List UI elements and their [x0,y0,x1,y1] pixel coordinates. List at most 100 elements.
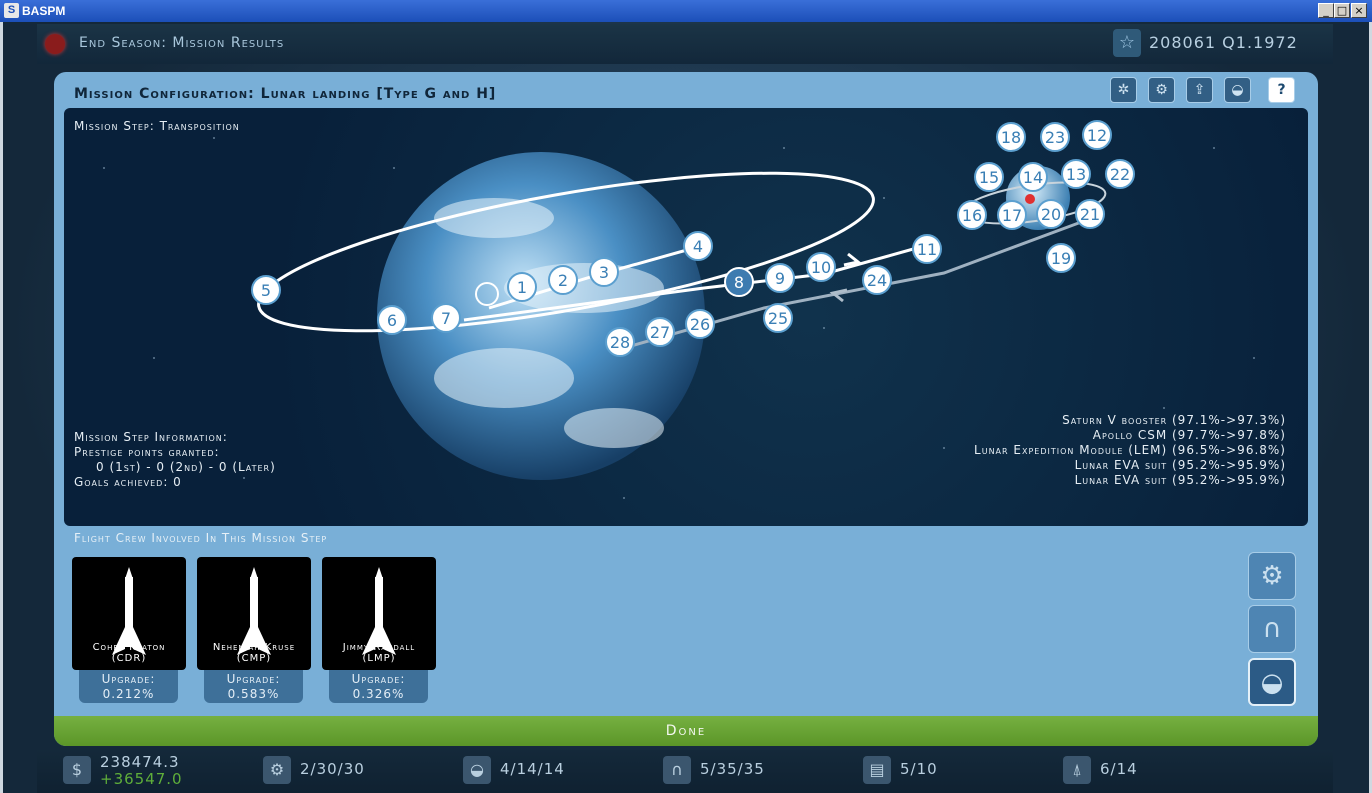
mission-step-28[interactable]: 28 [605,327,635,357]
step-title: Mission Step: Transposition [74,119,240,133]
info-heading: Mission Step Information: [74,430,228,444]
mission-step-20[interactable]: 20 [1036,199,1066,229]
mission-step-9[interactable]: 9 [765,263,795,293]
mission-step-22[interactable]: 22 [1105,159,1135,189]
mission-map: 1 2 3 4 5 6 7 8 9 10 11 12 13 14 15 16 17 18 19 20 21 22 23 24 2… [64,108,1308,526]
svg-text:5: 5 [261,281,271,300]
mission-step-7[interactable]: 7 [431,303,461,333]
rockets-icon[interactable]: ⍋ [1063,756,1091,784]
crew-label: Flight Crew Involved In This Mission Ste… [74,531,328,545]
mission-step-8[interactable]: 8 [724,267,754,297]
gear-icon[interactable]: ⚙ [263,756,291,784]
window-title: BASPM [22,4,66,18]
mission-step-14[interactable]: 14 [1018,162,1048,192]
svg-text:14: 14 [1023,168,1043,187]
resource-bar: $ 238474.3 +36547.0 ⚙ 2/30/30 ◒ 4/14/14 … [37,750,1333,793]
done-button[interactable]: Done [54,716,1318,746]
astronauts-filter-helmet-icon[interactable]: ◒ [1248,658,1296,706]
mission-step-1[interactable]: 1 [507,272,537,302]
svg-text:9: 9 [775,269,785,288]
steps-view-icon[interactable]: ✲ [1110,77,1137,103]
crew-name: Cohen Keaton (CDR) [92,642,166,664]
mission-step-2[interactable]: 2 [548,265,578,295]
mission-step-19[interactable]: 19 [1046,243,1076,273]
dollar-icon[interactable]: $ [63,756,91,784]
helmet-icon[interactable]: ◒ [463,756,491,784]
star-icon[interactable]: ☆ [1113,29,1141,57]
mission-step-6[interactable]: 6 [377,305,407,335]
upload-icon[interactable]: ⇪ [1186,77,1213,103]
mission-step-17[interactable]: 17 [997,200,1027,230]
component-eva-suit-2: Lunar EVA suit (95.2%->95.9%) [1074,473,1286,487]
close-button[interactable]: × [1351,3,1367,18]
mission-step-3[interactable]: 3 [589,257,619,287]
crew-name: Jimmy Randall (LMP) [342,642,416,664]
gear-icon[interactable]: ⚙ [1148,77,1175,103]
mission-step-25[interactable]: 25 [763,303,793,333]
mission-step-10[interactable]: 10 [806,252,836,282]
svg-text:17: 17 [1002,206,1022,225]
prestige-label: Prestige points granted: [74,445,220,459]
top-bar: End Season: Mission Results ☆ 208061 Q1.… [37,24,1333,64]
svg-text:11: 11 [917,240,937,259]
return-arrow [829,288,848,303]
mission-step-15[interactable]: 15 [974,162,1004,192]
svg-text:20: 20 [1041,205,1061,224]
mission-step-23[interactable]: 23 [1040,122,1070,152]
season-title: End Season: Mission Results [79,35,285,51]
crew-upgrade-lmp: Upgrade: 0.326% [329,670,428,703]
component-booster: Saturn V booster (97.1%->97.3%) [1062,413,1286,427]
components-list: Saturn V booster (97.1%->97.3%) Apollo C… [974,413,1286,488]
svg-text:18: 18 [1001,128,1021,147]
app-icon: S [4,3,19,18]
helmet-icon[interactable]: ◒ [1224,77,1251,103]
crew-upgrade-cmp: Upgrade: 0.583% [204,670,303,703]
help-button[interactable]: ? [1268,77,1295,103]
mission-step-21[interactable]: 21 [1075,199,1105,229]
money-value: 238474.3 [100,753,180,771]
svg-text:22: 22 [1110,165,1130,184]
maximize-button[interactable]: □ [1334,3,1350,18]
component-lem: Lunar Expedition Module (LEM) (96.5%->96… [974,443,1286,457]
mission-step-4[interactable]: 4 [683,231,713,261]
engineers-filter-gear-icon[interactable]: ⚙ [1248,552,1296,600]
svg-text:10: 10 [811,258,831,277]
controllers-count: 5/35/35 [700,760,765,778]
mission-step-12[interactable]: 12 [1082,120,1112,150]
step-nodes: 1 2 3456 78 910111213141516 17181920 212223242… [251,120,1135,357]
component-csm: Apollo CSM (97.7%->97.8%) [1092,428,1286,442]
mission-step-18[interactable]: 18 [996,122,1026,152]
mission-panel: Mission Configuration: Lunar landing [Ty… [54,72,1318,746]
svg-text:27: 27 [650,323,670,342]
mission-step-16[interactable]: 16 [957,200,987,230]
mission-step-11[interactable]: 11 [912,234,942,264]
crew-card-lmp[interactable]: Jimmy Randall (LMP) [322,557,436,670]
crew-upgrade-cdr: Upgrade: 0.212% [79,670,178,703]
svg-text:24: 24 [867,271,887,290]
svg-text:28: 28 [610,333,630,352]
crew-card-cmp[interactable]: Nehemiah Kruse (CMP) [197,557,311,670]
panel-title: Mission Configuration: Lunar landing [Ty… [74,86,497,102]
prestige-value: 0 (1st) - 0 (2nd) - 0 (Later) [96,460,276,474]
mission-step-13[interactable]: 13 [1061,159,1091,189]
component-eva-suit-1: Lunar EVA suit (95.2%->95.9%) [1074,458,1286,472]
season-gear-icon [45,34,65,54]
headset-icon[interactable]: ∩ [663,756,691,784]
minimize-button[interactable]: _ [1318,3,1334,18]
controllers-filter-headset-icon[interactable]: ∩ [1248,605,1296,653]
mission-step-24[interactable]: 24 [862,265,892,295]
svg-text:1: 1 [517,278,527,297]
svg-text:2: 2 [558,271,568,290]
svg-text:7: 7 [441,309,451,328]
mission-step-26[interactable]: 26 [685,309,715,339]
crew-card-cdr[interactable]: Cohen Keaton (CDR) [72,557,186,670]
engineers-count: 2/30/30 [300,760,365,778]
step-info: Mission Step Information: Prestige point… [74,430,276,490]
mission-step-27[interactable]: 27 [645,317,675,347]
svg-text:8: 8 [734,273,744,292]
mission-step-5[interactable]: 5 [251,275,281,305]
score-readout: 208061 Q1.1972 [1149,33,1298,52]
svg-text:26: 26 [690,315,710,334]
folder-icon[interactable]: ▤ [863,756,891,784]
goals-achieved: Goals achieved: 0 [74,475,182,489]
